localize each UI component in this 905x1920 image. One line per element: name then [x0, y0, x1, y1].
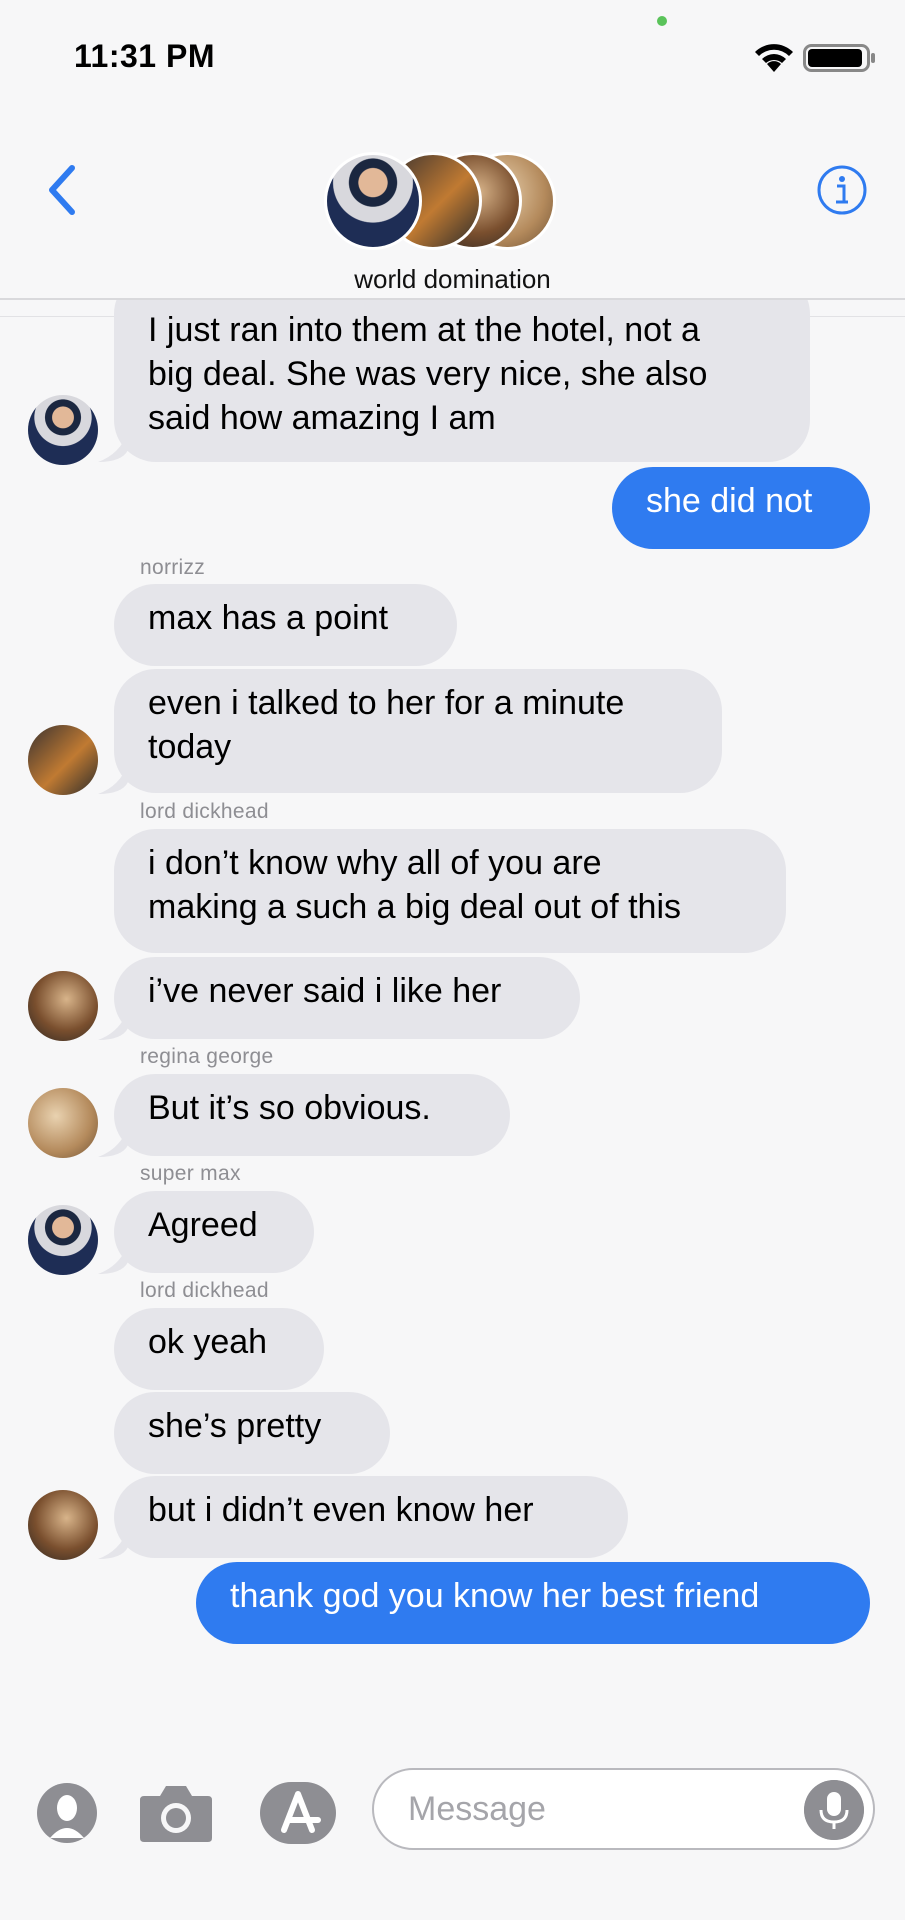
- app-store-icon[interactable]: [258, 1780, 340, 1846]
- message-line: even i talked to her for a minute: [148, 684, 625, 722]
- message-placeholder: Message: [408, 1790, 546, 1828]
- wifi-icon: [755, 44, 793, 72]
- message-bubble-incoming[interactable]: I just ran into them at the hotel, not a…: [114, 300, 810, 462]
- super-max-avatar[interactable]: [28, 395, 98, 465]
- message-bubble-incoming[interactable]: even i talked to her for a minute today: [114, 669, 722, 793]
- camera-icon[interactable]: [138, 1782, 214, 1844]
- message-bubble-incoming[interactable]: max has a point: [114, 584, 457, 666]
- message-bubble-incoming[interactable]: i’ve never said i like her: [114, 957, 580, 1039]
- bubble-tail: [98, 432, 128, 462]
- message-line: big deal. She was very nice, she also: [148, 355, 708, 393]
- bubble-tail: [98, 1010, 128, 1040]
- message-bubble-incoming[interactable]: ok yeah: [114, 1308, 324, 1390]
- battery-icon: [803, 44, 875, 72]
- bubble-tail: [98, 764, 128, 794]
- bubble-tail: [98, 1244, 128, 1274]
- message-bubble-incoming[interactable]: Agreed: [114, 1191, 314, 1273]
- regina-george-avatar[interactable]: [28, 1088, 98, 1158]
- message-line: said how amazing I am: [148, 399, 496, 437]
- sender-name: super max: [140, 1162, 241, 1185]
- message-bubble-incoming[interactable]: i don’t know why all of you are making a…: [114, 829, 786, 953]
- lord-dickhead-avatar[interactable]: [28, 1490, 98, 1560]
- sender-name: norrizz: [140, 556, 206, 579]
- message-bubble-outgoing[interactable]: thank god you know her best friend: [196, 1562, 870, 1644]
- group-avatars[interactable]: [324, 152, 556, 252]
- message-bubble-incoming[interactable]: But it’s so obvious.: [114, 1074, 510, 1156]
- sender-name: lord dickhead: [140, 800, 269, 823]
- bubble-tail: [98, 1529, 128, 1559]
- sender-name: lord dickhead: [140, 1279, 269, 1302]
- member-avatar: [324, 152, 422, 250]
- memoji-icon[interactable]: [36, 1782, 98, 1844]
- message-line: I just ran into them at the hotel, not a: [148, 311, 700, 349]
- privacy-indicator-dot: [657, 16, 667, 26]
- message-bubble-incoming[interactable]: but i didn’t even know her: [114, 1476, 628, 1558]
- norrizz-avatar[interactable]: [28, 725, 98, 795]
- message-list[interactable]: I just ran into them at the hotel, not a…: [0, 300, 905, 1740]
- status-time: 11:31 PM: [74, 38, 215, 74]
- back-chevron-icon[interactable]: [44, 162, 80, 218]
- message-input[interactable]: Message: [372, 1768, 875, 1850]
- message-bubble-outgoing[interactable]: she did not: [612, 467, 870, 549]
- message-line: today: [148, 728, 232, 766]
- group-name[interactable]: world domination: [0, 264, 905, 295]
- message-line: making a such a big deal out of this: [148, 888, 681, 926]
- microphone-icon[interactable]: [804, 1780, 864, 1840]
- info-icon[interactable]: [816, 164, 868, 216]
- super-max-avatar[interactable]: [28, 1205, 98, 1275]
- message-line: i don’t know why all of you are: [148, 844, 602, 882]
- bubble-tail: [98, 1127, 128, 1157]
- sender-name: regina george: [140, 1045, 274, 1068]
- lord-dickhead-avatar[interactable]: [28, 971, 98, 1041]
- message-bubble-incoming[interactable]: she’s pretty: [114, 1392, 390, 1474]
